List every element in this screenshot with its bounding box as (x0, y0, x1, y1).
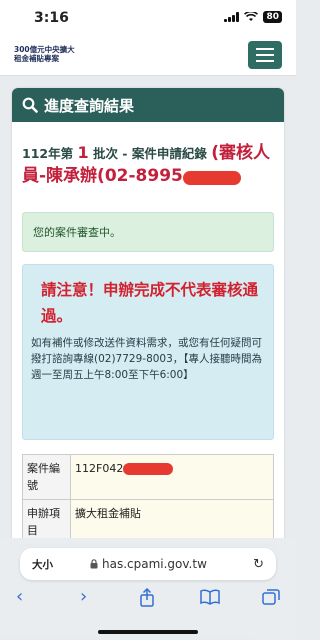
logo-line2: 租金補貼專案 (14, 54, 59, 63)
forward-icon[interactable]: › (80, 586, 87, 608)
share-icon[interactable] (138, 588, 156, 608)
status-icons: 80 (224, 11, 282, 23)
record-heading: 112年第 1 批次 - 案件申請紀錄 (審核人員-陳承辦(02-8995 (22, 142, 278, 188)
case-number: 112F042 (75, 462, 124, 475)
result-card: 進度查詢結果 112年第 1 批次 - 案件申請紀錄 (審核人員-陳承辦(02-… (12, 88, 284, 548)
hamburger-menu-button[interactable] (248, 41, 282, 69)
card-header: 進度查詢結果 (12, 88, 284, 122)
status-alert: 您的案件審查中。 (22, 212, 274, 252)
wifi-icon (244, 12, 259, 21)
address-bar[interactable]: 大小 has.cpami.gov.tw ↻ (20, 548, 276, 580)
logo-line1: 300億元中央擴大 (14, 45, 75, 54)
notice-body: 如有補件或修改送件資料需求，或您有任何疑問可撥打諮詢專線(02)7729-800… (31, 337, 263, 381)
record-mid: 批次 - 案件申請紀錄 (92, 146, 207, 161)
url-display[interactable]: has.cpami.gov.tw (90, 557, 207, 571)
back-icon[interactable]: ‹ (16, 586, 23, 608)
url-text: has.cpami.gov.tw (102, 557, 207, 571)
card-title: 進度查詢結果 (44, 96, 135, 115)
search-icon (22, 97, 38, 113)
batch-number: 1 (77, 143, 89, 162)
reload-icon[interactable]: ↻ (253, 557, 264, 572)
battery-icon: 80 (263, 11, 282, 23)
bookmarks-icon[interactable] (200, 589, 220, 605)
table-row: 案件編號 112F042 (23, 455, 273, 500)
site-logo[interactable]: 300億元中央擴大 租金補貼專案 (14, 45, 75, 63)
site-navbar: 300億元中央擴大 租金補貼專案 (0, 36, 296, 76)
lock-icon (90, 559, 98, 569)
notice-title: 請注意！申辦完成不代表審核通過。 (41, 281, 259, 325)
notice-box: 請注意！申辦完成不代表審核通過。 如有補件或修改送件資料需求，或您有任何疑問可撥… (22, 264, 274, 440)
browser-toolbar: ‹ › (0, 586, 296, 608)
text-size-button[interactable]: 大小 (32, 557, 53, 572)
redaction-mark (182, 170, 241, 185)
table-value: 112F042 (71, 455, 273, 499)
status-bar: 3:16 80 (0, 0, 296, 36)
home-indicator (98, 630, 198, 634)
redaction-mark (123, 463, 174, 475)
case-table: 案件編號 112F042 申辦項目 擴大租金補貼 (22, 454, 274, 546)
browser-chrome: 大小 has.cpami.gov.tw ↻ ‹ › (0, 538, 296, 640)
status-time: 3:16 (34, 10, 69, 26)
record-prefix: 112年第 (22, 146, 74, 161)
signal-icon (224, 12, 240, 22)
tabs-icon[interactable] (262, 589, 280, 605)
table-key: 案件編號 (23, 455, 71, 499)
